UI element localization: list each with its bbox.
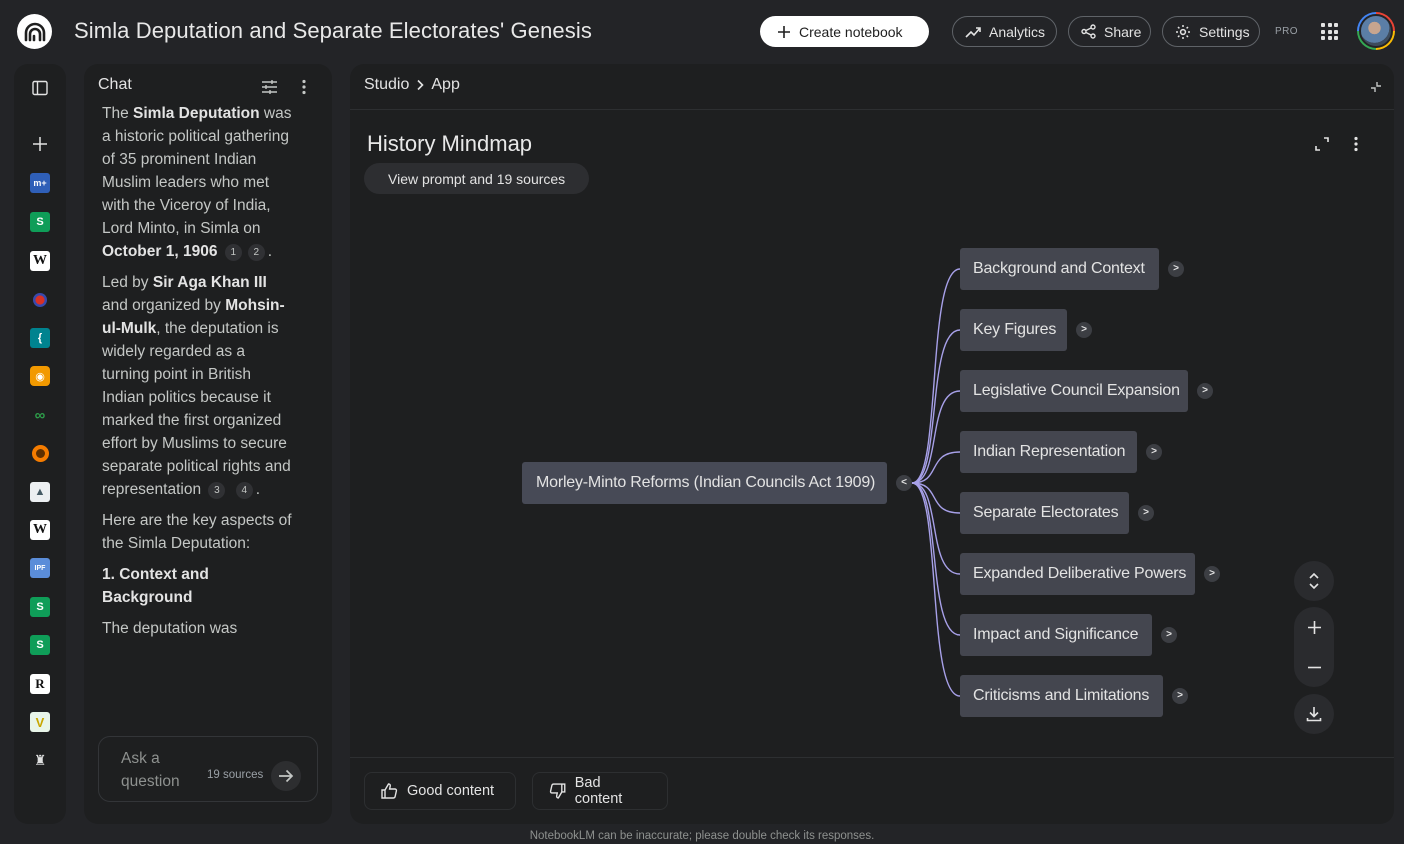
disclaimer-text: NotebookLM can be inaccurate; please dou…: [529, 830, 875, 842]
mindmap-connector: [911, 390, 961, 484]
send-button[interactable]: [271, 761, 301, 791]
citation-chip[interactable]: 4: [235, 482, 253, 499]
top-bar: Simla Deputation and Separate Electorate…: [0, 0, 1404, 62]
expand-toggle[interactable]: >: [1076, 322, 1092, 338]
citation-chip[interactable]: 2: [247, 244, 265, 261]
source-favicon-sheets-icon[interactable]: S: [30, 597, 50, 617]
divider: [350, 757, 1394, 758]
mindmap-root-node[interactable]: Morley-Minto Reforms (Indian Councils Ac…: [522, 462, 887, 504]
expand-toggle[interactable]: >: [1197, 383, 1213, 399]
expand-toggle[interactable]: >: [1146, 444, 1162, 460]
citation-chip[interactable]: 1: [224, 244, 242, 261]
zoom-in-button[interactable]: [1294, 607, 1334, 647]
source-favicon-wikipedia-icon[interactable]: W: [30, 520, 50, 540]
chat-paragraph: Here are the key aspects of the Simla De…: [102, 512, 292, 552]
download-icon: [1294, 694, 1334, 734]
source-favicon-green-icon[interactable]: ∞: [30, 405, 50, 425]
apps-grid-icon[interactable]: [1321, 23, 1338, 40]
chat-section-heading: 1. Context and Background: [102, 566, 209, 606]
more-vert-icon[interactable]: [302, 79, 306, 100]
analytics-button[interactable]: Analytics: [952, 16, 1057, 47]
tune-icon[interactable]: [261, 79, 278, 100]
source-favicon-teal-icon[interactable]: {: [30, 328, 50, 348]
expand-toggle[interactable]: >: [1204, 566, 1220, 582]
panel-toggle-icon[interactable]: [30, 78, 50, 98]
source-favicon-emblem-icon[interactable]: ♜: [30, 750, 50, 770]
minus-icon: [1307, 666, 1321, 668]
mindmap-child-node[interactable]: Indian Representation: [960, 431, 1137, 473]
create-notebook-label: Create notebook: [799, 23, 903, 40]
share-button[interactable]: Share: [1068, 16, 1151, 47]
bad-content-button[interactable]: Bad content: [532, 772, 668, 810]
good-content-button[interactable]: Good content: [364, 772, 516, 810]
chat-paragraph: Led by Sir Aga Khan III and organized by…: [102, 274, 291, 499]
expand-toggle[interactable]: >: [1138, 505, 1154, 521]
expand-toggle[interactable]: >: [1168, 261, 1184, 277]
sources-count: 19 sources: [207, 769, 264, 781]
mindmap-child-node[interactable]: Expanded Deliberative Powers: [960, 553, 1195, 595]
mindmap-child-node[interactable]: Separate Electorates: [960, 492, 1129, 534]
settings-button[interactable]: Settings: [1162, 16, 1260, 47]
create-notebook-button[interactable]: Create notebook: [760, 16, 929, 47]
pro-badge: PRO: [1275, 26, 1298, 37]
studio-panel: Studio App History Mindmap View prompt a…: [350, 64, 1394, 824]
thumbs-up-icon: [381, 783, 398, 799]
share-icon: [1081, 24, 1096, 39]
ask-question-input[interactable]: Ask a question 19 sources: [98, 736, 318, 802]
chat-paragraph: The Simla Deputation was a historic poli…: [102, 105, 292, 261]
arrow-right-icon: [279, 769, 294, 783]
download-button[interactable]: [1294, 694, 1334, 734]
mindmap-child-node[interactable]: Legislative Council Expansion: [960, 370, 1188, 412]
plus-icon: [778, 25, 790, 38]
trending-up-icon: [965, 26, 981, 38]
ask-placeholder: Ask a question: [121, 750, 180, 790]
source-favicon-red-icon[interactable]: [30, 290, 50, 310]
source-favicon-wikipedia-icon[interactable]: W: [30, 251, 50, 271]
expand-toggle[interactable]: >: [1161, 627, 1177, 643]
zoom-out-button[interactable]: [1294, 647, 1334, 687]
share-label: Share: [1104, 23, 1142, 40]
source-favicon-orange-ring-icon[interactable]: [30, 443, 50, 463]
mindmap-connector: [911, 482, 961, 697]
fit-view-button[interactable]: [1294, 561, 1334, 601]
source-favicon-blue-icon[interactable]: m+: [30, 173, 50, 193]
plus-icon: [1307, 620, 1321, 634]
mindmap-connector: [911, 482, 961, 575]
unfold-icon: [1294, 561, 1334, 601]
notebooklm-logo-icon[interactable]: [17, 14, 52, 49]
collapse-toggle[interactable]: <: [896, 475, 912, 491]
analytics-label: Analytics: [989, 23, 1046, 40]
source-favicon-ipf-icon[interactable]: IPF: [30, 558, 50, 578]
mindmap-connector: [911, 268, 961, 484]
chat-paragraph: The deputation was: [102, 620, 238, 637]
source-favicon-sheets-icon[interactable]: S: [30, 212, 50, 232]
zoom-controls: [1294, 607, 1334, 687]
citation-chip[interactable]: 3: [208, 482, 226, 499]
expand-toggle[interactable]: >: [1172, 688, 1188, 704]
thumbs-down-icon: [549, 783, 566, 799]
chat-messages: The Simla Deputation was a historic poli…: [102, 102, 292, 722]
source-favicon-v-icon[interactable]: V: [30, 712, 50, 732]
mindmap-connectors: [911, 268, 961, 697]
mindmap-child-node[interactable]: Impact and Significance: [960, 614, 1152, 656]
bad-content-label: Bad content: [574, 775, 623, 807]
gear-icon: [1176, 24, 1190, 39]
sources-rail: m+ S W { ◉ ∞ ▲ W IPF S S R V ♜: [14, 64, 66, 824]
source-favicon-mountain-icon[interactable]: ▲: [30, 482, 50, 502]
chat-panel: Chat The Simla Deputation was a historic…: [84, 64, 332, 824]
add-source-icon[interactable]: [30, 134, 50, 154]
mindmap-child-node[interactable]: Key Figures: [960, 309, 1067, 351]
source-favicon-r-icon[interactable]: R: [30, 674, 50, 694]
source-favicon-orange-icon[interactable]: ◉: [30, 366, 50, 386]
settings-label: Settings: [1199, 23, 1250, 40]
chat-title: Chat: [98, 76, 132, 93]
good-content-label: Good content: [407, 783, 495, 799]
mindmap-child-node[interactable]: Background and Context: [960, 248, 1159, 290]
notebook-title[interactable]: Simla Deputation and Separate Electorate…: [74, 18, 592, 44]
mindmap-child-node[interactable]: Criticisms and Limitations: [960, 675, 1163, 717]
source-favicon-sheets-icon[interactable]: S: [30, 635, 50, 655]
account-avatar[interactable]: [1357, 12, 1395, 50]
